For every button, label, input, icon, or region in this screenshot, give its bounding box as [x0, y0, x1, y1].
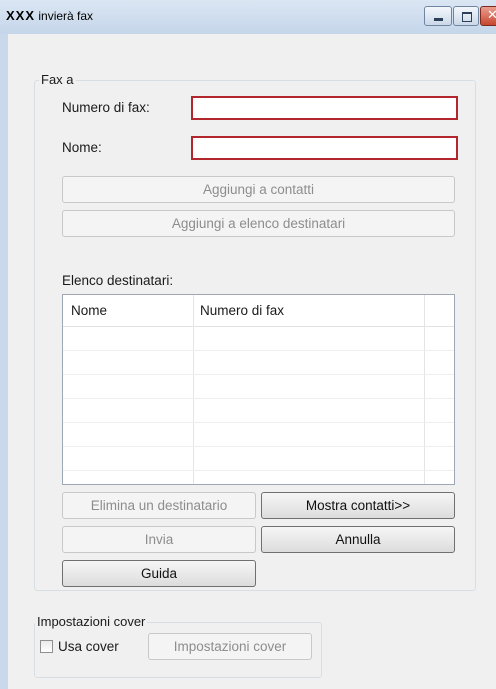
cover-settings-button[interactable]: Impostazioni cover: [148, 633, 312, 660]
maximize-icon: [462, 12, 472, 22]
show-contacts-button[interactable]: Mostra contatti>>: [261, 492, 455, 519]
use-cover-checkbox[interactable]: [40, 640, 53, 653]
send-button[interactable]: Invia: [62, 526, 256, 553]
window-title: XXX invierà fax: [6, 8, 93, 23]
recipients-label: Elenco destinatari:: [62, 273, 174, 288]
window-title-prefix: XXX: [6, 8, 36, 23]
column-header-fax-number[interactable]: Numero di fax: [200, 303, 284, 318]
table-row[interactable]: [63, 374, 454, 375]
name-label: Nome:: [62, 140, 102, 155]
close-icon: ✕: [487, 8, 496, 23]
cover-settings-legend: Impostazioni cover: [35, 614, 148, 629]
table-row[interactable]: [63, 398, 454, 399]
fax-number-label: Numero di fax:: [62, 100, 150, 115]
column-header-name[interactable]: Nome: [71, 303, 107, 318]
name-input[interactable]: [191, 136, 458, 160]
table-row[interactable]: [63, 422, 454, 423]
column-divider: [424, 295, 425, 484]
maximize-button[interactable]: [453, 6, 479, 26]
minimize-button[interactable]: [424, 6, 452, 26]
table-row[interactable]: [63, 446, 454, 447]
help-button[interactable]: Guida: [62, 560, 256, 587]
fax-window: XXX invierà fax ✕ Fax a Numero di fax: N…: [0, 0, 496, 689]
window-title-text: invierà fax: [38, 9, 94, 23]
table-row[interactable]: [63, 350, 454, 351]
recipients-table[interactable]: Nome Numero di fax: [62, 294, 455, 485]
fax-to-legend: Fax a: [39, 72, 76, 87]
table-row[interactable]: [63, 470, 454, 471]
close-button[interactable]: ✕: [480, 6, 496, 26]
title-bar[interactable]: XXX invierà fax ✕: [0, 0, 496, 34]
table-header: Nome Numero di fax: [63, 295, 454, 327]
use-cover-label[interactable]: Usa cover: [58, 639, 119, 654]
cancel-button[interactable]: Annulla: [261, 526, 455, 553]
minimize-icon: [434, 18, 443, 21]
column-divider: [193, 295, 194, 484]
delete-recipient-button[interactable]: Elimina un destinatario: [62, 492, 256, 519]
add-to-recipients-button[interactable]: Aggiungi a elenco destinatari: [62, 210, 455, 237]
add-to-contacts-button[interactable]: Aggiungi a contatti: [62, 176, 455, 203]
fax-number-input[interactable]: [191, 96, 458, 120]
